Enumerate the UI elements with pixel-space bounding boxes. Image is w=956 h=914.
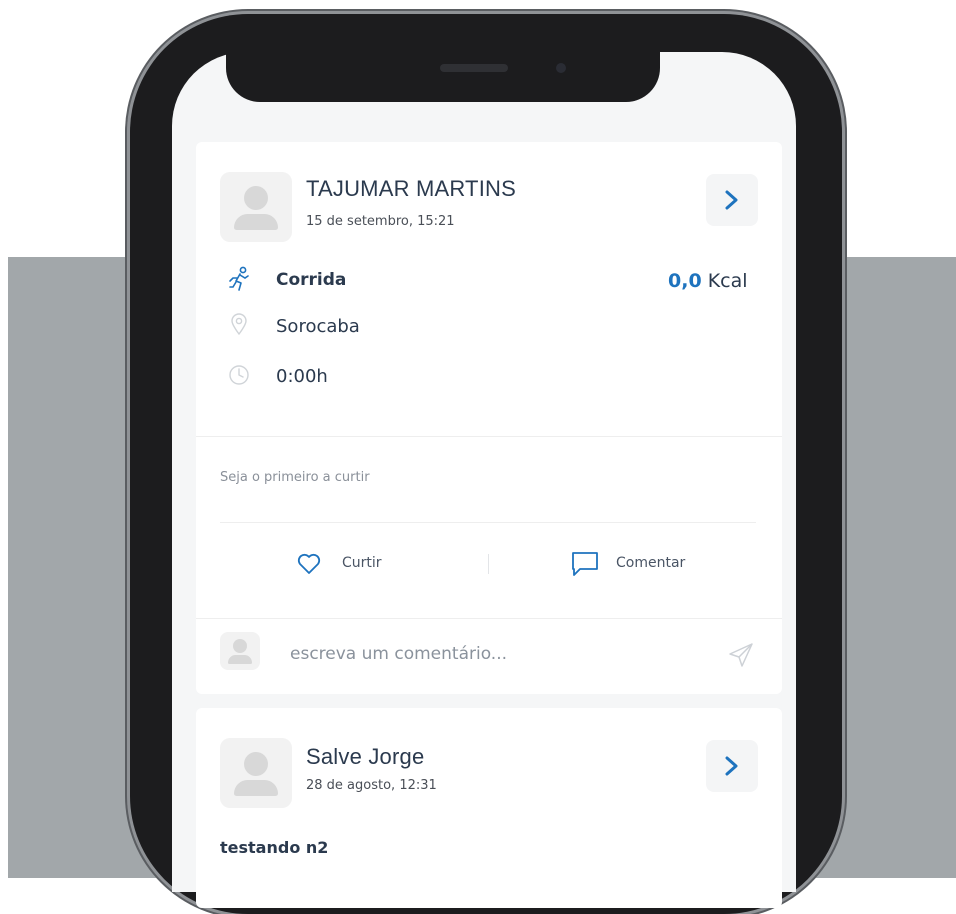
comment-label: Comentar (616, 555, 686, 571)
post-date: 28 de agosto, 12:31 (306, 778, 437, 793)
front-camera (556, 63, 566, 73)
commenter-avatar-icon (220, 632, 260, 670)
post-text: testando n2 (220, 838, 329, 857)
send-icon[interactable] (726, 640, 756, 670)
like-label: Curtir (342, 555, 382, 571)
likes-summary: Seja o primeiro a curtir (220, 470, 370, 485)
comment-input[interactable]: escreva um comentário... (290, 644, 507, 664)
activity-type: Corrida (276, 270, 347, 290)
calories-unit: Kcal (707, 270, 748, 292)
like-button[interactable]: Curtir (290, 550, 410, 580)
location-text: Sorocaba (276, 316, 360, 337)
speaker-grille (440, 64, 508, 72)
divider (196, 618, 782, 619)
comment-icon (572, 552, 598, 576)
post-date: 15 de setembro, 15:21 (306, 214, 455, 229)
post-user-name[interactable]: Salve Jorge (306, 744, 424, 770)
calories: 0,0 Kcal (668, 270, 748, 292)
divider (220, 522, 756, 523)
location-pin-icon (231, 313, 247, 336)
avatar-placeholder-icon[interactable] (220, 738, 292, 808)
running-icon (229, 266, 249, 291)
phone-notch (226, 52, 660, 102)
duration-text: 0:00h (276, 366, 328, 387)
avatar-placeholder-icon[interactable] (220, 172, 292, 242)
chevron-right-icon (725, 756, 738, 776)
post-user-name[interactable]: TAJUMAR MARTINS (306, 176, 516, 202)
action-separator (488, 554, 489, 574)
divider (196, 436, 782, 437)
calories-value: 0,0 (668, 270, 702, 292)
heart-icon (297, 553, 321, 574)
open-post-button[interactable] (706, 740, 758, 792)
clock-icon (229, 365, 249, 385)
comment-button[interactable]: Comentar (568, 548, 708, 580)
chevron-right-icon (725, 190, 738, 210)
open-post-button[interactable] (706, 174, 758, 226)
